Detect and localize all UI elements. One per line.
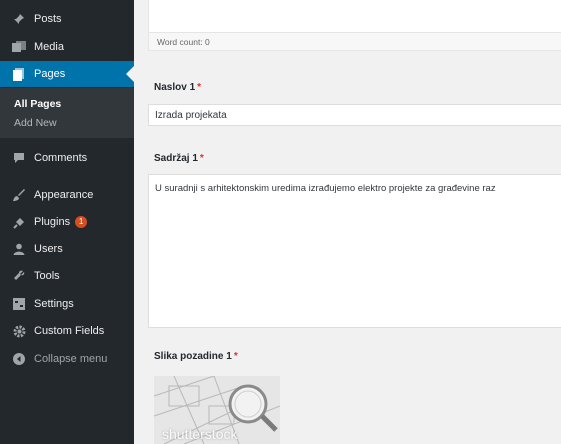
sidebar-item-settings[interactable]: Settings	[0, 291, 134, 317]
sidebar-item-custom-fields[interactable]: Custom Fields	[0, 318, 134, 344]
comment-icon	[12, 151, 26, 165]
required-mark: *	[197, 82, 202, 93]
admin-sidebar: Posts Media Pages All Pages Add New Comm…	[0, 0, 134, 444]
sadrzaj-textarea[interactable]: U suradnji s arhitektonskim uredima izra…	[148, 174, 561, 328]
media-icon	[12, 40, 26, 54]
gear-icon	[12, 324, 26, 338]
sidebar-item-label: Plugins	[34, 216, 71, 228]
sidebar-item-appearance[interactable]: Appearance	[0, 182, 134, 208]
sidebar-item-label: Pages	[34, 68, 66, 80]
users-icon	[12, 242, 26, 256]
sidebar-item-label: Media	[34, 41, 64, 53]
sidebar-item-label: Custom Fields	[34, 325, 105, 337]
background-image-thumbnail[interactable]: shutterstock	[154, 376, 280, 444]
sidebar-item-media[interactable]: Media	[0, 34, 134, 60]
sidebar-item-label: Appearance	[34, 189, 94, 201]
sidebar-item-label: Posts	[34, 13, 62, 25]
sidebar-item-label: Settings	[34, 298, 74, 310]
sidebar-item-comments[interactable]: Comments	[0, 145, 134, 171]
collapse-menu-button[interactable]: Collapse menu	[0, 346, 134, 372]
naslov-label: Naslov 1 *	[154, 82, 202, 93]
pin-icon	[12, 12, 26, 26]
sidebar-item-plugins[interactable]: Plugins 1	[0, 209, 134, 235]
sidebar-item-posts[interactable]: Posts	[0, 6, 134, 32]
pages-submenu: All Pages Add New	[0, 88, 134, 138]
sidebar-item-label: Collapse menu	[34, 353, 108, 365]
slika-label: Slika pozadine 1 *	[154, 351, 238, 362]
sidebar-item-label: Comments	[34, 152, 88, 164]
active-arrow	[126, 66, 134, 82]
required-mark: *	[199, 153, 204, 164]
sidebar-item-label: Users	[34, 243, 63, 255]
main-content: Word count: 0 Naslov 1 * Izrada projekata…	[134, 0, 561, 444]
plug-icon	[12, 215, 26, 229]
required-mark: *	[233, 351, 238, 362]
naslov-input[interactable]: Izrada projekata	[148, 104, 561, 126]
watermark-text: shutterstock	[162, 426, 238, 442]
submenu-all-pages[interactable]: All Pages	[14, 98, 61, 110]
sadrzaj-label: Sadržaj 1 *	[154, 153, 204, 164]
sidebar-item-label: Tools	[34, 270, 60, 282]
settings-icon	[12, 297, 26, 311]
submenu-add-new[interactable]: Add New	[14, 117, 57, 129]
wrench-icon	[12, 269, 26, 283]
pages-icon	[12, 67, 26, 81]
collapse-icon	[12, 352, 26, 366]
sidebar-item-pages[interactable]: Pages	[0, 61, 134, 87]
paintbrush-icon	[12, 188, 26, 202]
word-count: Word count: 0	[149, 32, 561, 50]
update-count-badge: 1	[75, 216, 88, 228]
sidebar-item-tools[interactable]: Tools	[0, 263, 134, 289]
sidebar-item-users[interactable]: Users	[0, 236, 134, 262]
editor-panel[interactable]: Word count: 0	[148, 0, 561, 51]
